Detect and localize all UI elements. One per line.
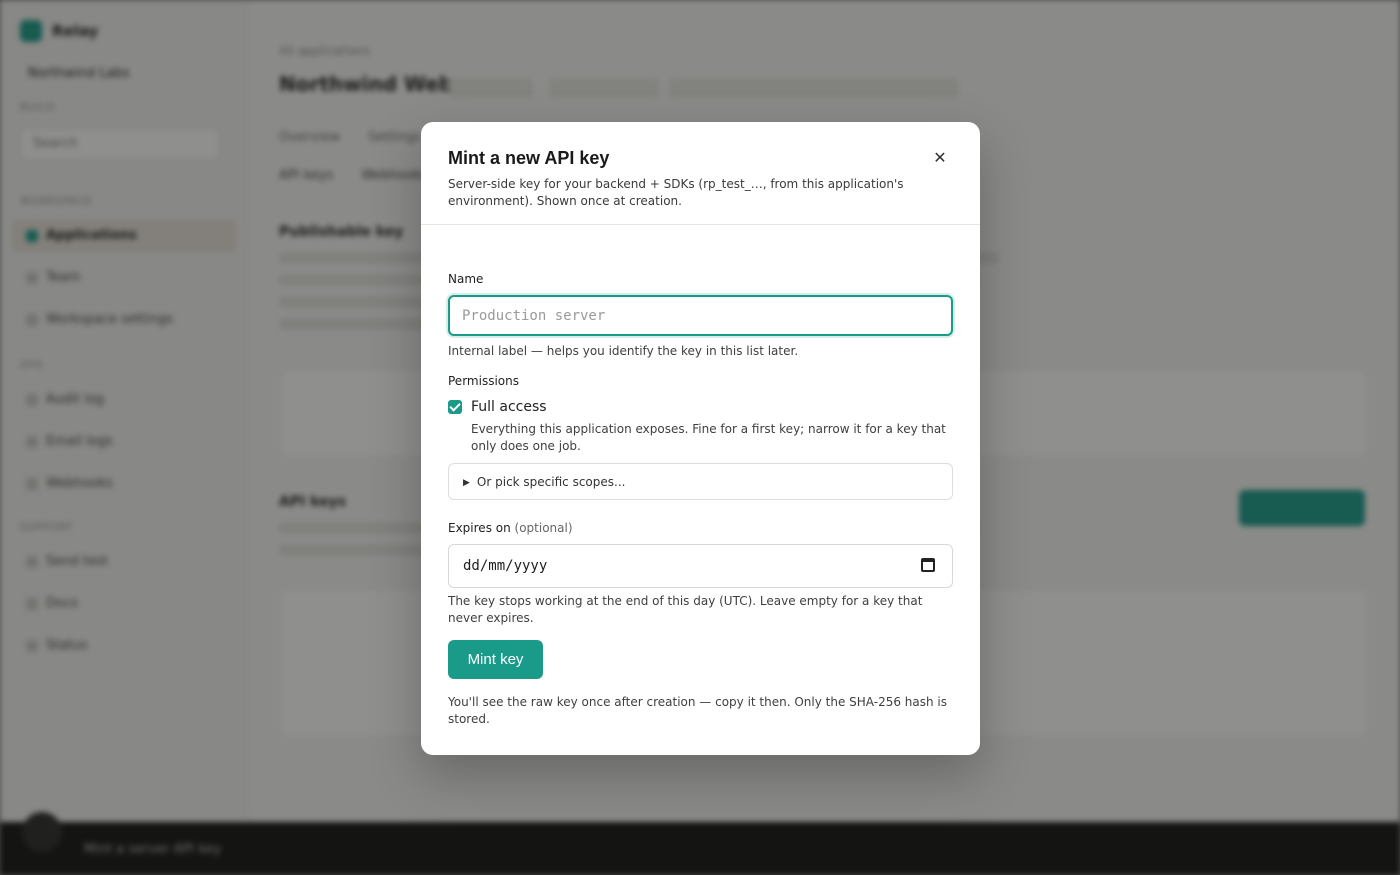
expires-label-text: Expires on [448,521,511,535]
expires-optional-text: (optional) [514,521,573,535]
mint-api-key-dialog: Mint a new API key Server-side key for y… [421,122,980,755]
specific-scopes-disclosure[interactable]: ▶ Or pick specific scopes... [448,463,953,500]
dialog-subtitle: Server-side key for your backend + SDKs … [448,177,904,208]
triangle-right-icon: ▶ [463,478,470,488]
name-hint: Internal label — helps you identify the … [448,344,799,358]
dialog-title: Mint a new API key [448,148,610,168]
calendar-icon[interactable] [921,558,935,572]
name-input[interactable] [448,295,953,336]
dialog-header: Mint a new API key Server-side key for y… [421,122,980,225]
expires-hint: The key stops working at the end of this… [448,594,923,625]
permissions-label: Permissions [448,374,519,388]
full-access-label[interactable]: Full access [471,399,547,415]
mint-key-button[interactable]: Mint key [448,640,543,679]
full-access-description: Everything this application exposes. Fin… [471,422,946,453]
close-icon[interactable]: ✕ [929,147,951,169]
full-access-checkbox[interactable] [448,400,462,414]
specific-scopes-label: Or pick specific scopes... [476,475,626,489]
expires-label: Expires on (optional) [448,521,573,535]
expires-date-input[interactable]: dd/mm/yyyy [448,544,953,588]
name-label: Name [448,272,484,286]
footer-note: You'll see the raw key once after creati… [448,695,948,726]
